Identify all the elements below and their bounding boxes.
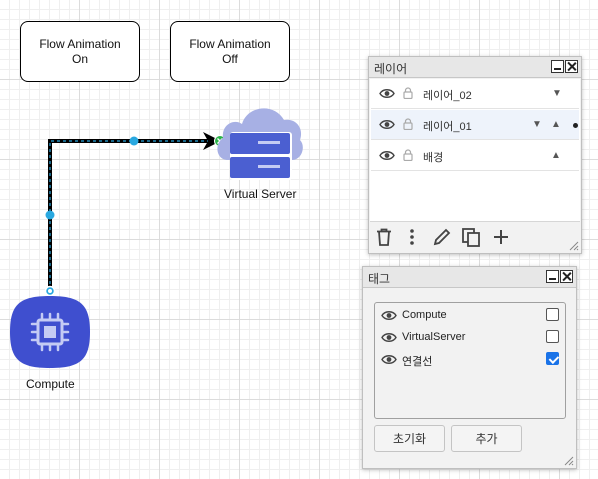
virtual-server-label: Virtual Server	[224, 187, 297, 201]
edge-midpoint-handle	[45, 210, 55, 220]
tag-row-compute[interactable]: Compute	[381, 306, 559, 324]
minimize-icon[interactable]	[551, 60, 564, 73]
lock-icon[interactable]	[403, 87, 413, 99]
tag-name: Compute	[402, 309, 447, 321]
tag-name: 연결선	[402, 356, 433, 368]
eye-icon[interactable]	[381, 354, 397, 365]
layer-list: 레이어_02 ▼ 레이어_01 ▼ ▲ 배경 ▲	[370, 79, 580, 225]
minimize-icon[interactable]	[546, 270, 559, 283]
move-up-icon[interactable]: ▲	[551, 120, 561, 130]
eye-icon[interactable]	[379, 88, 395, 99]
lock-icon[interactable]	[403, 118, 413, 130]
tag-list: Compute VirtualServer 연결선	[374, 302, 566, 419]
tag-checkbox[interactable]	[546, 352, 559, 365]
resize-grip-icon[interactable]	[563, 455, 574, 466]
edge-midpoint-handle	[129, 136, 139, 146]
layer-name: 레이어_02	[423, 90, 472, 102]
tags-panel: 태그 Compute VirtualServer 연결선 초기화 추가	[362, 266, 577, 469]
eye-icon[interactable]	[379, 150, 395, 161]
close-icon[interactable]	[565, 60, 578, 73]
reset-label: 초기화	[392, 432, 427, 446]
resize-grip-icon[interactable]	[568, 240, 579, 251]
close-icon[interactable]	[560, 270, 573, 283]
eye-icon[interactable]	[379, 119, 395, 130]
move-down-icon[interactable]: ▼	[552, 89, 562, 99]
layers-panel-titlebar[interactable]: 레이어	[369, 57, 581, 78]
compute-label: Compute	[26, 377, 75, 391]
tags-panel-titlebar[interactable]: 태그	[363, 267, 576, 288]
eye-icon[interactable]	[381, 332, 397, 343]
move-down-icon[interactable]: ▼	[532, 120, 542, 130]
virtual-server-icon[interactable]	[214, 98, 306, 184]
compute-icon[interactable]	[10, 294, 92, 370]
add-tag-button[interactable]: 추가	[451, 425, 522, 452]
layer-row-01[interactable]: 레이어_01 ▼ ▲	[371, 110, 579, 140]
tag-checkbox[interactable]	[546, 308, 559, 321]
eye-icon[interactable]	[381, 310, 397, 321]
reset-button[interactable]: 초기화	[374, 425, 445, 452]
layer-row-02[interactable]: 레이어_02 ▼	[371, 79, 579, 109]
lock-icon[interactable]	[403, 149, 413, 161]
tag-row-connector[interactable]: 연결선	[381, 350, 559, 368]
layer-row-background[interactable]: 배경 ▲	[371, 141, 579, 171]
tag-checkbox[interactable]	[546, 330, 559, 343]
pencil-icon[interactable]	[433, 228, 451, 246]
trash-icon[interactable]	[376, 228, 392, 246]
current-layer-indicator	[573, 123, 578, 128]
duplicate-icon[interactable]	[462, 228, 482, 248]
tags-panel-title: 태그	[368, 272, 391, 286]
plus-icon[interactable]	[492, 228, 510, 246]
more-vertical-icon[interactable]	[408, 228, 416, 246]
add-label: 추가	[475, 432, 498, 446]
tag-name: VirtualServer	[402, 331, 466, 343]
move-up-icon[interactable]: ▲	[551, 151, 561, 161]
layer-name: 레이어_01	[423, 121, 472, 133]
layers-toolbar	[370, 221, 580, 252]
tag-row-virtualserver[interactable]: VirtualServer	[381, 328, 559, 346]
layers-panel-title: 레이어	[374, 62, 408, 76]
layers-panel: 레이어 레이어_02 ▼ 레이어_01 ▼ ▲ 배경 ▲	[368, 56, 582, 254]
layer-name: 배경	[423, 152, 444, 164]
